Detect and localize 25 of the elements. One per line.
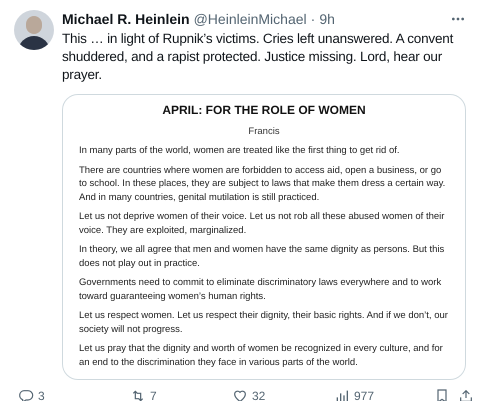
separator: · (310, 10, 316, 28)
bar-chart-icon[interactable] (334, 388, 350, 401)
share-icon[interactable] (458, 388, 474, 401)
document-paragraph: In many parts of the world, women are treated like the first thing to get rid of. (79, 144, 401, 158)
document-paragraph: Let us pray that the dignity and worth of women be recognized in every culture, and for an end to the discrimination they face in various parts of the world. (79, 342, 444, 369)
document-paragraph: Let us not deprive women of their voice. Let us not rob all these abused women of their voice. They are exploited, marginalized. (79, 210, 446, 237)
document-paragraph: Governments need to commit to eliminate discriminatory laws everywhere and to work toward guaranteeing women’s human rights. (79, 276, 442, 303)
document-paragraph: Let us respect women. Let us respect their dignity, their basic rights. And if we don’t, our society will not progress. (79, 309, 449, 336)
document-title: APRIL: FOR THE ROLE OF WOMEN (161, 103, 367, 118)
heart-icon[interactable] (232, 388, 248, 401)
document-paragraph: There are countries where women are forbidden to access aid, open a business, or go to school. In these places, they are subject to laws that make them dress a certain way. And in many countries, genital mutilation is still practiced. (79, 164, 446, 204)
post-text: This … in light of Rupnik’s victims. Cries left unanswered. A convent shuddered, and a rapist protected. Justice missing. Lord, hear our prayer. (62, 30, 454, 84)
views-count: 977 (354, 388, 374, 401)
reply-icon[interactable] (18, 388, 34, 401)
document-author: Francis (247, 125, 281, 138)
reply-count: 3 (38, 388, 45, 401)
author-name[interactable]: Michael R. Heinlein (62, 10, 190, 28)
avatar[interactable] (14, 10, 54, 50)
repost-count: 7 (150, 388, 157, 401)
like-count: 32 (252, 388, 266, 401)
attached-image[interactable] (62, 94, 466, 380)
document-paragraph: In theory, we all agree that men and women have the same dignity as persons. But this does not play out in practice. (79, 243, 446, 270)
post-time[interactable]: 9h (319, 10, 335, 28)
repost-icon[interactable] (130, 388, 146, 401)
author-handle[interactable]: @HeinleinMichael (194, 10, 307, 28)
